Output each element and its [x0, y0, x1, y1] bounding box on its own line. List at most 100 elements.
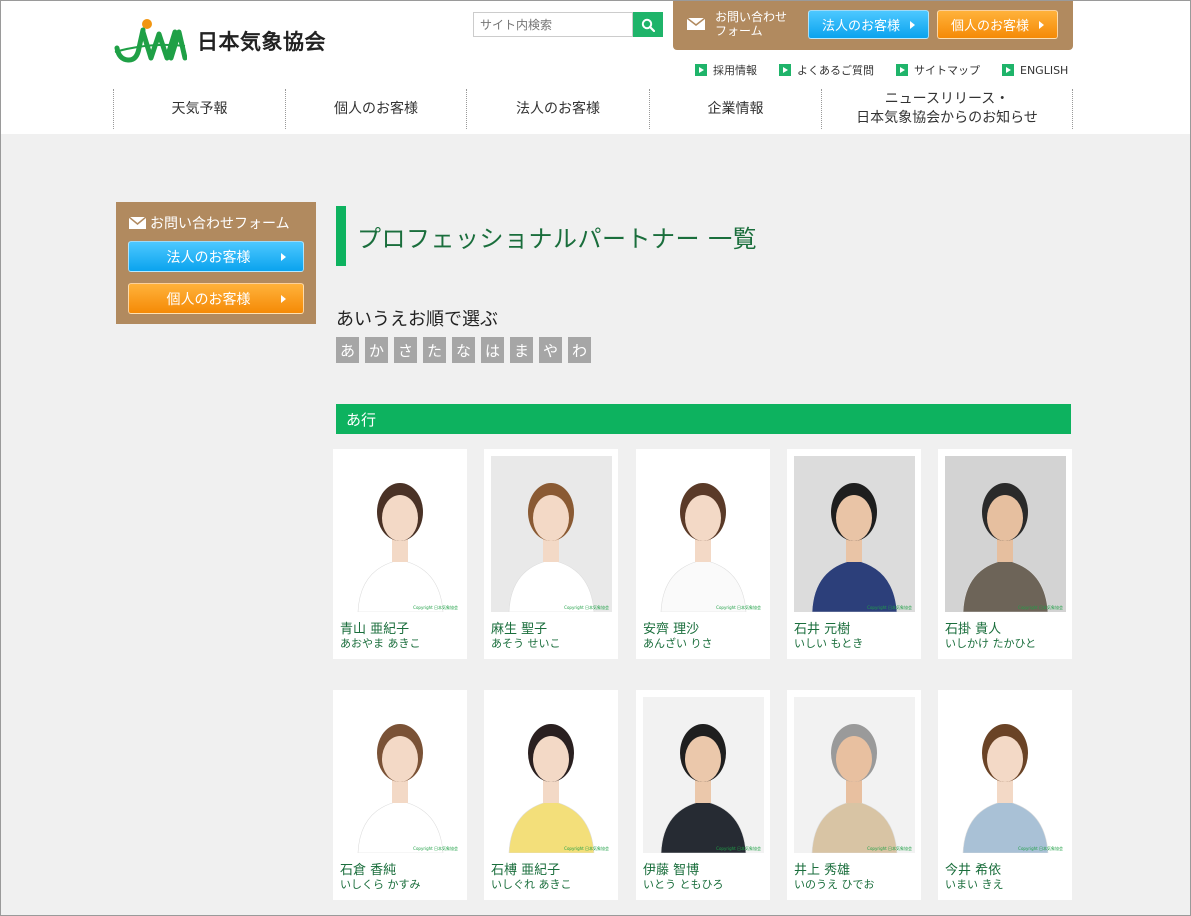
partner-card[interactable]: Copyright 日本気象協会 青山 亜紀子 あおやま あきこ	[333, 449, 467, 659]
sidebar-corporate-button-label: 法人のお客様	[166, 249, 251, 266]
partner-card[interactable]: Copyright 日本気象協会 麻生 聖子 あそう せいこ	[484, 449, 618, 659]
partner-name-kana: いしぐれ あきこ	[491, 878, 572, 891]
nav-item-label: 天気予報	[171, 100, 228, 117]
header-personal-button-label: 個人のお客様	[950, 19, 1029, 34]
sidebar-corporate-button[interactable]: 法人のお客様	[128, 241, 304, 272]
partner-photo: Copyright 日本気象協会	[491, 456, 612, 612]
section-title: あ行	[346, 410, 377, 429]
partner-photo: Copyright 日本気象協会	[794, 456, 915, 612]
arrow-right-icon	[1039, 20, 1044, 29]
arrow-square-icon	[695, 64, 707, 76]
sidebar-title-label: お問い合わせフォーム	[150, 216, 290, 232]
partner-photo: Copyright 日本気象協会	[794, 697, 915, 853]
arrow-square-icon	[896, 64, 908, 76]
partner-photo: Copyright 日本気象協会	[945, 456, 1066, 612]
partner-photo: Copyright 日本気象協会	[643, 697, 764, 853]
svg-text:Copyright 日本気象協会: Copyright 日本気象協会	[564, 845, 609, 851]
partner-card[interactable]: Copyright 日本気象協会 石井 元樹 いしい もとき	[787, 449, 921, 659]
nav-item-personal[interactable]: 個人のお客様	[285, 89, 466, 129]
sublink-label: よくあるご質問	[797, 64, 874, 77]
nav-item-news[interactable]: ニュースリリース・ 日本気象協会からのお知らせ	[821, 89, 1073, 129]
kana-index-ha[interactable]: は	[481, 337, 504, 363]
partner-card[interactable]: Copyright 日本気象協会 安齊 理沙 あんざい りさ	[636, 449, 770, 659]
nav-item-corporate[interactable]: 法人のお客様	[466, 89, 649, 129]
sublink-faq[interactable]: よくあるご質問	[779, 62, 874, 78]
kana-index-wa[interactable]: わ	[568, 337, 591, 363]
arrow-right-icon	[280, 252, 286, 261]
partner-photo: Copyright 日本気象協会	[643, 456, 764, 612]
partner-name-kana: いとう ともひろ	[643, 878, 724, 891]
svg-text:Copyright 日本気象協会: Copyright 日本気象協会	[564, 604, 609, 610]
partner-photo: Copyright 日本気象協会	[491, 697, 612, 853]
nav-item-label: 企業情報	[707, 100, 764, 117]
partner-card[interactable]: Copyright 日本気象協会 石倉 香純 いしくら かすみ	[333, 690, 467, 900]
partner-name-kana: あおやま あきこ	[340, 637, 421, 650]
sidebar-contact-box: お問い合わせフォーム 法人のお客様 個人のお客様	[116, 202, 316, 324]
partner-card[interactable]: Copyright 日本気象協会 井上 秀雄 いのうえ ひでお	[787, 690, 921, 900]
site-logo[interactable]: 日本気象協会	[113, 18, 326, 64]
sublink-sitemap[interactable]: サイトマップ	[896, 62, 980, 78]
partner-card[interactable]: Copyright 日本気象協会 石掛 貴人 いしかけ たかひと	[938, 449, 1072, 659]
kana-index-ta[interactable]: た	[423, 337, 446, 363]
svg-text:Copyright 日本気象協会: Copyright 日本気象協会	[413, 845, 458, 851]
nav-item-label: 法人のお客様	[516, 100, 600, 117]
title-accent-bar	[336, 206, 346, 266]
arrow-square-icon	[779, 64, 791, 76]
arrow-right-icon	[910, 20, 915, 29]
sublink-recruit[interactable]: 採用情報	[695, 62, 757, 78]
contact-label-line2: フォーム	[715, 24, 763, 38]
kana-index-na[interactable]: な	[452, 337, 475, 363]
nav-item-company[interactable]: 企業情報	[649, 89, 821, 129]
partner-name-kana: いのうえ ひでお	[794, 878, 875, 891]
kana-index-ka[interactable]: か	[365, 337, 388, 363]
sidebar-personal-button[interactable]: 個人のお客様	[128, 283, 304, 314]
partner-photo: Copyright 日本気象協会	[945, 697, 1066, 853]
svg-text:Copyright 日本気象協会: Copyright 日本気象協会	[1018, 604, 1063, 610]
page-title: プロフェッショナルパートナー 一覧	[357, 225, 758, 253]
partner-photo: Copyright 日本気象協会	[340, 456, 461, 612]
jwa-logo-icon	[114, 19, 187, 63]
site-header: 日本気象協会 お問い合わせ フォーム	[1, 1, 1190, 134]
nav-item-weather[interactable]: 天気予報	[113, 89, 285, 129]
contact-label-line1: お問い合わせ	[715, 10, 788, 24]
nav-item-label: 個人のお客様	[334, 100, 418, 117]
mail-icon	[129, 217, 146, 229]
sidebar-title: お問い合わせフォーム	[129, 213, 290, 233]
page-frame: 日本気象協会 お問い合わせ フォーム	[0, 0, 1191, 916]
partner-card[interactable]: Copyright 日本気象協会 石榑 亜紀子 いしぐれ あきこ	[484, 690, 618, 900]
arrow-square-icon	[1002, 64, 1014, 76]
header-corporate-button[interactable]: 法人のお客様	[808, 10, 929, 39]
global-nav: 天気予報 個人のお客様 法人のお客様 企業情報 ニュースリリース・ 日本気象協会…	[113, 89, 1073, 129]
kana-index-sa[interactable]: さ	[394, 337, 417, 363]
search-input[interactable]	[473, 12, 633, 37]
sublink-label: 採用情報	[713, 64, 757, 77]
svg-text:Copyright 日本気象協会: Copyright 日本気象協会	[867, 604, 912, 610]
partner-card[interactable]: Copyright 日本気象協会 伊藤 智博 いとう ともひろ	[636, 690, 770, 900]
search-button[interactable]	[633, 12, 663, 37]
header-personal-button[interactable]: 個人のお客様	[937, 10, 1058, 39]
header-corporate-button-label: 法人のお客様	[821, 19, 900, 34]
nav-item-label-line2: 日本気象協会からのお知らせ	[856, 110, 1038, 126]
sublink-english[interactable]: ENGLISH	[1002, 62, 1068, 78]
partner-name-kana: あんざい りさ	[643, 637, 713, 650]
kana-index: あ か さ た な は ま や わ	[336, 337, 597, 363]
header-sublinks: 採用情報 よくあるご質問 サイトマップ ENGLISH	[695, 62, 1068, 78]
kana-index-ma[interactable]: ま	[510, 337, 533, 363]
partner-name-kana: いしい もとき	[794, 637, 864, 650]
svg-text:Copyright 日本気象協会: Copyright 日本気象協会	[867, 845, 912, 851]
svg-text:Copyright 日本気象協会: Copyright 日本気象協会	[413, 604, 458, 610]
nav-item-label-line1: ニュースリリース・	[884, 91, 1010, 107]
svg-text:Copyright 日本気象協会: Copyright 日本気象協会	[716, 845, 761, 851]
partner-name-kana: いしかけ たかひと	[945, 637, 1037, 650]
contact-form-label[interactable]: お問い合わせ フォーム	[687, 10, 787, 38]
kana-index-a[interactable]: あ	[336, 337, 359, 363]
arrow-right-icon	[280, 294, 286, 303]
svg-text:Copyright 日本気象協会: Copyright 日本気象協会	[1018, 845, 1063, 851]
sublink-label: ENGLISH	[1020, 63, 1069, 77]
site-search	[473, 12, 663, 37]
logo-text: 日本気象協会	[197, 30, 326, 54]
partner-photo: Copyright 日本気象協会	[340, 697, 461, 853]
mail-icon	[687, 18, 705, 30]
partner-card[interactable]: Copyright 日本気象協会 今井 希依 いまい きえ	[938, 690, 1072, 900]
kana-index-ya[interactable]: や	[539, 337, 562, 363]
